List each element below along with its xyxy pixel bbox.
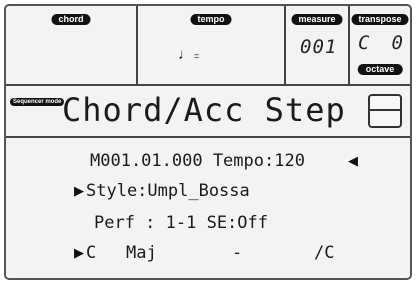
title-divider [6, 136, 410, 138]
transpose-field[interactable]: transpose C 0 octave [350, 6, 410, 84]
tempo-equals: = [194, 51, 200, 61]
page-menu-button[interactable] [368, 94, 402, 128]
transpose-key: C [358, 32, 371, 54]
page-title: Chord/Acc Step [62, 91, 346, 129]
tempo-value: ♩= [178, 46, 199, 63]
right-arrow-icon: ▶ [74, 183, 84, 198]
tempo-label: tempo [190, 14, 232, 25]
chord-extension[interactable]: - [232, 242, 242, 264]
measure-field[interactable]: measure 001 [286, 6, 350, 84]
style-line[interactable]: Style:Umpl_Bossa [86, 180, 250, 202]
perf-line[interactable]: Perf : 1-1 SE:Off [94, 212, 268, 234]
transpose-label: transpose [351, 14, 409, 25]
chord-bass[interactable]: /C [314, 242, 334, 264]
measure-label: measure [291, 14, 343, 25]
cursor-arrow-icon: ▶ [74, 245, 84, 260]
chord-field[interactable]: chord [6, 6, 138, 84]
measure-value: 001 [300, 36, 338, 58]
header-divider [6, 84, 410, 86]
mode-badge: Sequencer mode [10, 98, 65, 106]
chord-type[interactable]: Maj [126, 242, 157, 264]
transpose-amount: 0 [391, 32, 404, 54]
quarter-note-icon: ♩ [178, 46, 193, 63]
lcd-screen: chord tempo ♩= measure 001 transpose C 0… [4, 4, 412, 280]
tempo-field[interactable]: tempo ♩= [138, 6, 286, 84]
chord-root[interactable]: C [86, 242, 96, 264]
left-arrow-icon: ◀ [348, 153, 358, 168]
octave-label: octave [357, 64, 403, 75]
page-menu-icon [370, 109, 400, 111]
position-tempo-line[interactable]: M001.01.000 Tempo:120 [90, 150, 305, 172]
chord-label: chord [51, 14, 91, 25]
